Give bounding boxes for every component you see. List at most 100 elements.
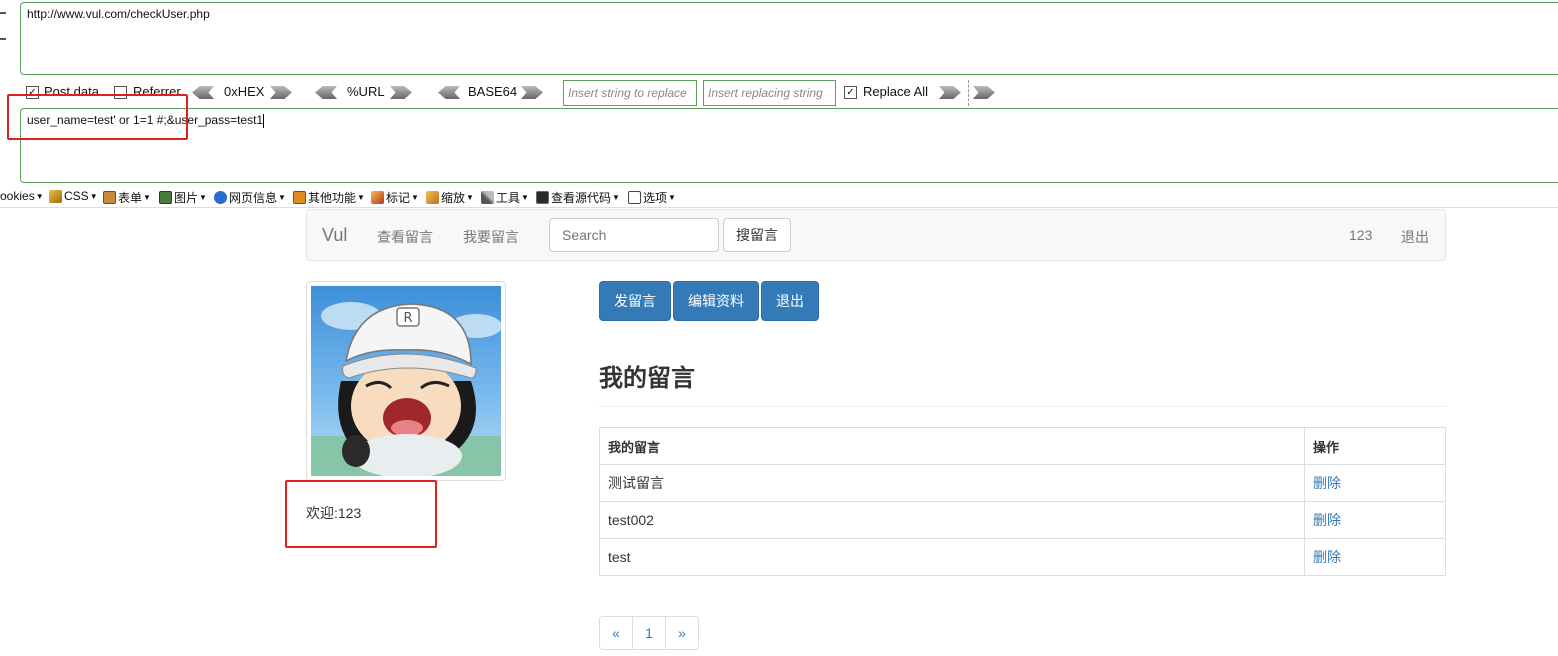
url-encode-arrow-icon[interactable] (390, 86, 412, 99)
col-header-message: 我的留言 (599, 427, 1305, 465)
table-row: test 删除 (599, 538, 1446, 576)
web-developer-toolbar: ookies ▼ CSS ▼ 表单 ▼ 图片 ▼ 网页信息 ▼ 其他功能 ▼ 标记 ▼ 缩放 ▼… (0, 186, 1558, 208)
nav-view-messages[interactable]: 查看留言 (377, 227, 433, 247)
marker-icon (371, 191, 384, 204)
clipboard-icon (103, 191, 116, 204)
source-code-icon (536, 191, 549, 204)
hex-decode-arrow-icon[interactable] (192, 86, 214, 99)
toolbar-options-label: 选项 (643, 191, 668, 205)
toolbar-resize-label: 缩放 (441, 191, 466, 205)
separator (968, 80, 969, 106)
side-marker (0, 12, 6, 14)
url-text: http://www.vul.com/checkUser.php (27, 7, 210, 21)
resize-icon (426, 191, 439, 204)
chevron-down-icon: ▼ (143, 193, 151, 202)
svg-text:R: R (403, 311, 412, 326)
page-title: 我的留言 (599, 365, 695, 392)
image-icon (159, 191, 172, 204)
search-button[interactable]: 搜留言 (723, 218, 791, 252)
highlight-injection-box (7, 94, 188, 140)
chevron-down-icon: ▼ (668, 193, 676, 202)
toolbar-view-source-label: 查看源代码 (551, 191, 612, 205)
post-message-button[interactable]: 发留言 (599, 281, 671, 321)
base64-encode-arrow-icon[interactable] (521, 86, 543, 99)
replacing-string-input[interactable]: Insert replacing string (703, 80, 836, 106)
toolbar-outline[interactable]: 标记 ▼ (371, 189, 419, 206)
toolbar-css[interactable]: CSS ▼ (49, 189, 98, 203)
insert-string-input[interactable]: Insert string to replace (563, 80, 697, 106)
divider (599, 406, 1446, 407)
url-textarea[interactable]: http://www.vul.com/checkUser.php (20, 2, 1558, 75)
toolbar-resize[interactable]: 缩放 ▼ (426, 189, 474, 206)
base64-decode-arrow-icon[interactable] (438, 86, 460, 99)
misc-icon (293, 191, 306, 204)
replace-all-checkbox[interactable]: ✓ (844, 86, 857, 99)
chevron-down-icon: ▼ (521, 193, 529, 202)
pagination-prev[interactable]: « (599, 616, 633, 650)
messages-table: 我的留言 操作 测试留言 删除 test002 删除 test 删除 (599, 427, 1446, 576)
replace-arrow-icon[interactable] (939, 86, 961, 99)
avatar: R (311, 286, 501, 476)
toolbar-info[interactable]: 网页信息 ▼ (214, 189, 286, 206)
toolbar-tools[interactable]: 工具 ▼ (481, 189, 529, 206)
nav-username[interactable]: 123 (1349, 227, 1372, 243)
pencil-icon (49, 189, 62, 203)
toolbar-images[interactable]: 图片 ▼ (159, 189, 207, 206)
delete-link[interactable]: 删除 (1313, 475, 1341, 491)
toolbar-images-label: 图片 (174, 191, 199, 205)
toolbar-forms-label: 表单 (118, 191, 143, 205)
chevron-down-icon: ▼ (612, 193, 620, 202)
hackbar-options-row: ✓ Post data Referrer 0xHEX %URL BASE64 I… (20, 80, 1558, 106)
info-icon (214, 191, 227, 204)
toolbar-css-label: CSS (64, 189, 89, 203)
toolbar-cookies[interactable]: ookies ▼ (0, 189, 44, 203)
side-marker (0, 38, 6, 40)
replace-next-arrow-icon[interactable] (973, 86, 995, 99)
toolbar-view-source[interactable]: 查看源代码 ▼ (536, 189, 620, 206)
search-input[interactable] (549, 218, 719, 252)
hex-label: 0xHEX (224, 84, 265, 99)
post-data-textarea[interactable]: user_name=test' or 1=1 #;&user_pass=test… (20, 108, 1558, 183)
chevron-down-icon: ▼ (35, 191, 44, 201)
chevron-down-icon: ▼ (466, 193, 474, 202)
toolbar-options[interactable]: 选项 ▼ (628, 189, 676, 206)
toolbar-misc[interactable]: 其他功能 ▼ (293, 189, 365, 206)
message-text: test002 (599, 501, 1305, 539)
chevron-down-icon: ▼ (357, 193, 365, 202)
nav-logout[interactable]: 退出 (1401, 227, 1429, 247)
site-navbar: Vul 查看留言 我要留言 搜留言 123 退出 (306, 209, 1446, 261)
toolbar-info-label: 网页信息 (229, 191, 278, 205)
url-decode-arrow-icon[interactable] (315, 86, 337, 99)
pagination: « 1 » (599, 616, 699, 650)
highlight-welcome-box (285, 480, 437, 548)
toolbar-forms[interactable]: 表单 ▼ (103, 189, 151, 206)
tools-icon (481, 191, 494, 204)
chevron-down-icon: ▼ (278, 193, 286, 202)
hex-encode-arrow-icon[interactable] (270, 86, 292, 99)
hackbar-panel: http://www.vul.com/checkUser.php ✓ Post … (0, 0, 1558, 186)
toolbar-misc-label: 其他功能 (308, 191, 357, 205)
edit-profile-button[interactable]: 编辑资料 (673, 281, 759, 321)
pagination-next[interactable]: » (665, 616, 699, 650)
brand-link[interactable]: Vul (322, 225, 347, 246)
delete-link[interactable]: 删除 (1313, 512, 1341, 528)
message-text: test (599, 538, 1305, 576)
table-row: test002 删除 (599, 501, 1446, 539)
avatar-thumbnail: R (306, 281, 506, 481)
toolbar-outline-label: 标记 (386, 191, 411, 205)
nav-post-message[interactable]: 我要留言 (463, 227, 519, 247)
avatar-illustration: R (311, 302, 501, 476)
col-header-operation: 操作 (1304, 427, 1446, 465)
chevron-down-icon: ▼ (89, 191, 98, 201)
pagination-page-1[interactable]: 1 (632, 616, 666, 650)
chevron-down-icon: ▼ (199, 193, 207, 202)
url-enc-label: %URL (347, 84, 385, 99)
options-icon (628, 191, 641, 204)
delete-link[interactable]: 删除 (1313, 549, 1341, 565)
chevron-down-icon: ▼ (411, 193, 419, 202)
logout-button[interactable]: 退出 (761, 281, 819, 321)
table-row: 测试留言 删除 (599, 464, 1446, 502)
base64-label: BASE64 (468, 84, 518, 99)
text-caret (263, 113, 265, 128)
toolbar-cookies-label: ookies (0, 189, 35, 203)
